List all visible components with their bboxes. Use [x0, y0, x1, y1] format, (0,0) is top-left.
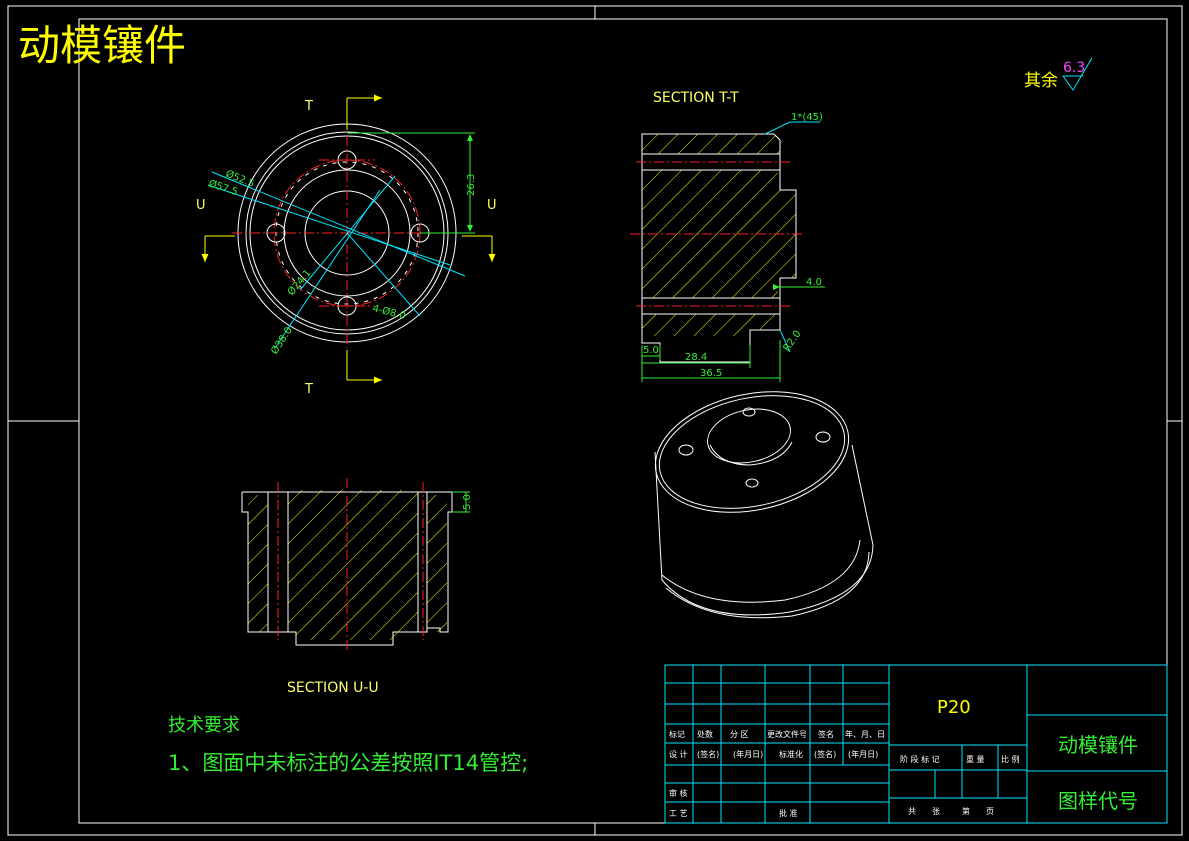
dim-chamfer: 1*(45): [791, 112, 823, 123]
cut-label-u-left: U: [196, 198, 206, 213]
drawing-sheet: 动模镶件 其余 6.3 T T U U 26.3 Ø52.5 Ø57.5 Ø24…: [7, 5, 1183, 836]
tb-h-datep-1: (年月日): [733, 749, 763, 759]
tb-h-weight: 重 量: [966, 754, 985, 764]
section-tt-view: SECTION T-T 1*(45) 4.0 R2.0 5.0 28.4 36.…: [630, 90, 825, 382]
section-uu-view: 5.0 SECTION U-U: [241, 478, 473, 696]
tb-h-zone: 分 区: [730, 730, 749, 739]
tb-h-date: 年、月、日: [845, 729, 885, 739]
tech-requirements-title: 技术要求: [168, 715, 240, 736]
dim-radius-2: R2.0: [781, 329, 803, 354]
dim-height-26: 26.3: [466, 174, 477, 196]
dim-uu-5: 5.0: [462, 494, 473, 510]
tb-h-datep-2: (年月日): [848, 749, 878, 759]
dim-step-4: 4.0: [806, 277, 822, 288]
cut-label-t-top: T: [304, 99, 313, 114]
tb-h-design: 设 计: [669, 749, 688, 759]
tb-h-docno: 更改文件号: [767, 729, 807, 739]
tb-h-sign: 签名: [818, 729, 834, 739]
cut-label-u-right: U: [487, 198, 497, 213]
cut-label-t-bottom: T: [304, 382, 313, 397]
dim-dia-38: Ø38.0: [268, 325, 294, 357]
sheet-frame: [7, 5, 1183, 836]
tb-h-page: 第 页: [962, 806, 994, 816]
tb-drawing-code: 图样代号: [1058, 789, 1138, 813]
section-tt-label: SECTION T-T: [653, 90, 739, 106]
isometric-view: [654, 391, 874, 619]
roughness-symbol: 其余 6.3: [1024, 57, 1093, 91]
dim-width-28: 28.4: [685, 352, 707, 363]
tb-h-signp-2: (签名): [814, 749, 836, 759]
section-uu-label: SECTION U-U: [287, 680, 379, 696]
tb-material: P20: [937, 697, 971, 718]
tech-requirements-note: 1、图面中未标注的公差按照IT14管控;: [168, 751, 528, 775]
dim-width-36: 36.5: [700, 368, 722, 379]
roughness-prefix: 其余: [1024, 71, 1058, 91]
top-view: T T U U 26.3 Ø52.5 Ø57.5 Ø24.1 Ø38.0 4-Ø…: [196, 94, 497, 397]
tb-h-scale: 比 例: [1001, 754, 1020, 764]
tb-h-approve: 批 准: [779, 808, 798, 818]
dim-holes-8: 4-Ø8.0: [371, 302, 407, 322]
title-block: 标记 处数 分 区 更改文件号 签名 年、月、日 设 计 (签名) (年月日) …: [664, 664, 1168, 824]
tb-h-signp-1: (签名): [697, 749, 719, 759]
tb-h-craft: 工 艺: [669, 809, 688, 818]
tb-h-count: 处数: [697, 729, 713, 739]
tb-h-check: 审 核: [669, 788, 688, 798]
tb-h-mark: 标记: [669, 729, 685, 739]
dim-width-5: 5.0: [643, 345, 659, 356]
tb-h-total: 共 张: [908, 807, 940, 816]
tb-h-std: 标准化: [779, 749, 803, 759]
drawing-title: 动模镶件: [18, 21, 186, 70]
tb-h-stage: 阶 段 标 记: [900, 754, 940, 764]
roughness-value: 6.3: [1063, 60, 1085, 76]
tb-part-name: 动模镶件: [1058, 733, 1138, 757]
